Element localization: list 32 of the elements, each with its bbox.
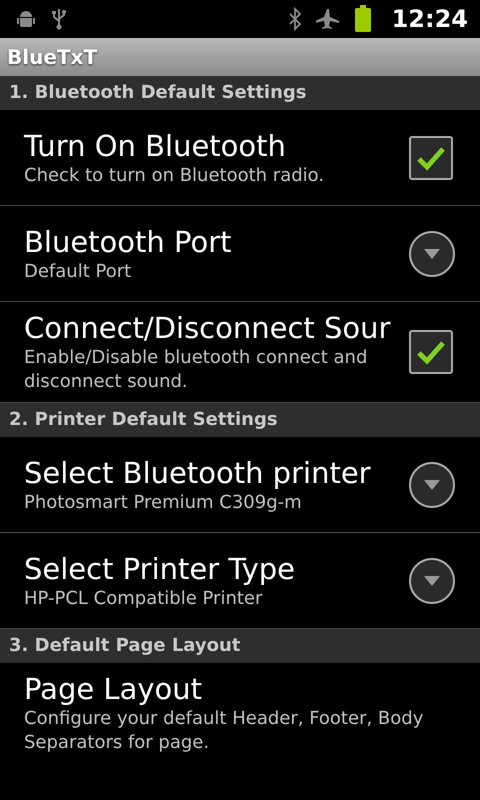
setting-summary: Check to turn on Bluetooth radio.: [24, 164, 326, 188]
app-title: BlueTxT: [7, 45, 98, 69]
setting-title[interactable]: Select Printer Type: [24, 550, 395, 586]
setting-summary: Default Port: [24, 260, 132, 284]
setting-title[interactable]: Select Bluetooth printer: [24, 454, 395, 490]
section-header: 1. Bluetooth Default Settings: [0, 76, 480, 110]
setting-title[interactable]: Bluetooth Port: [24, 224, 395, 260]
clock-time: 12:24: [392, 5, 468, 33]
dropdown-button[interactable]: [409, 462, 455, 508]
setting-summary: HP-PCL Compatible Printer: [24, 586, 264, 610]
check-icon: [416, 144, 446, 170]
caret-icon: [424, 576, 440, 586]
setting-summary: Enable/Disable bluetooth connect and disconnect sound.: [24, 346, 368, 394]
airplane-icon: [316, 7, 340, 31]
battery-icon: [354, 5, 372, 33]
usb-icon: [50, 7, 68, 31]
android-icon: [16, 9, 36, 29]
section-header: 3. Default Page Layout: [0, 629, 480, 663]
dropdown-button[interactable]: [409, 230, 455, 276]
checkbox[interactable]: [409, 330, 453, 374]
setting-title[interactable]: Connect/Disconnect Sour: [24, 310, 395, 346]
section-header: 2. Printer Default Settings: [0, 403, 480, 437]
dropdown-button[interactable]: [409, 558, 455, 604]
bluetooth-icon: [288, 7, 302, 31]
setting-summary: Photosmart Premium C309g-m: [24, 490, 303, 514]
check-icon: [416, 339, 446, 365]
checkbox[interactable]: [409, 136, 453, 180]
setting-title[interactable]: Turn On Bluetooth: [24, 128, 395, 164]
setting-title[interactable]: Page Layout: [24, 671, 480, 707]
caret-icon: [424, 480, 440, 490]
caret-icon: [424, 248, 440, 258]
setting-summary: Configure your default Header, Footer, Body Separators for page.: [24, 707, 424, 755]
